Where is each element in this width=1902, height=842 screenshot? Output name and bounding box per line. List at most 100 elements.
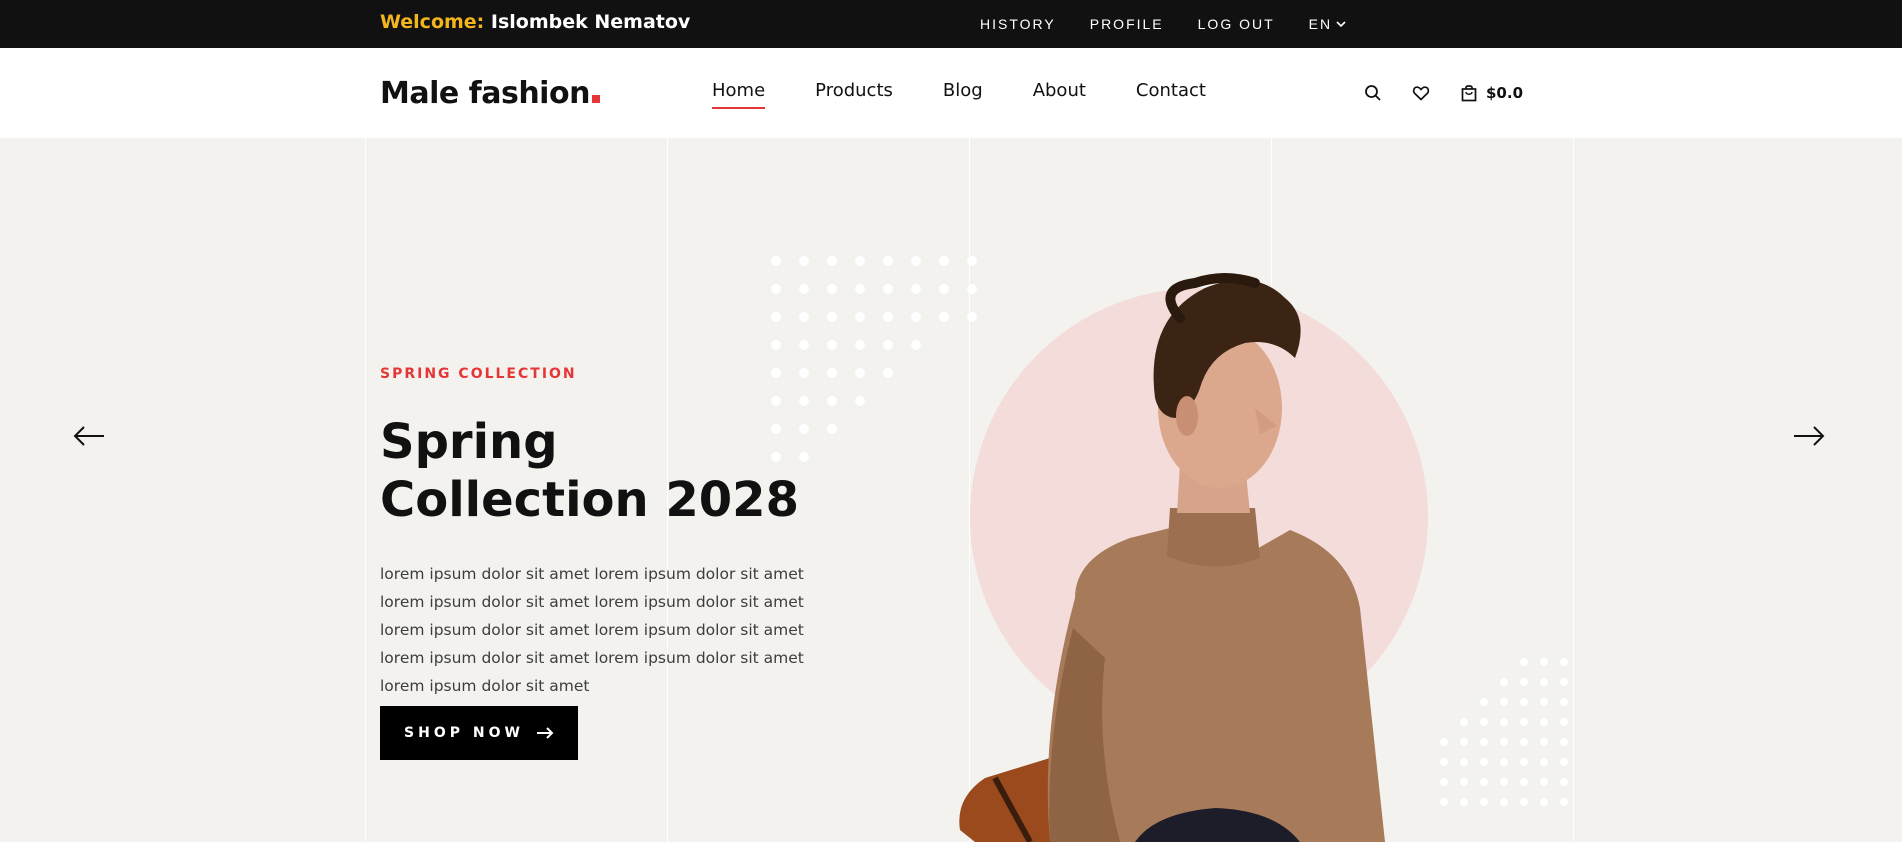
pattern-dot xyxy=(1540,778,1548,786)
pattern-dot xyxy=(1560,758,1568,766)
pattern-dot xyxy=(1540,658,1548,666)
chevron-down-icon xyxy=(1336,21,1346,28)
pattern-dot xyxy=(911,340,921,350)
pattern-dot xyxy=(939,312,949,322)
pattern-dot xyxy=(911,284,921,294)
top-bar: Welcome: Islombek Nematov HISTORY PROFIL… xyxy=(0,0,1902,48)
pattern-dot xyxy=(1560,798,1568,806)
pattern-dot xyxy=(939,256,949,266)
pattern-dot xyxy=(1500,698,1508,706)
pattern-dot xyxy=(1560,658,1568,666)
pattern-dot xyxy=(771,284,781,294)
pattern-dot xyxy=(1520,658,1528,666)
pattern-dot xyxy=(1520,798,1528,806)
model-image xyxy=(959,273,1385,842)
pattern-dot xyxy=(1460,758,1468,766)
pattern-dot xyxy=(771,312,781,322)
pattern-dot xyxy=(939,284,949,294)
pattern-dot xyxy=(855,396,865,406)
pattern-dot xyxy=(1500,798,1508,806)
arrow-right-icon xyxy=(1794,426,1825,446)
pattern-dot xyxy=(883,312,893,322)
heart-icon[interactable] xyxy=(1410,82,1432,104)
pattern-dot xyxy=(1520,678,1528,686)
pattern-dot xyxy=(799,312,809,322)
pattern-dot xyxy=(1500,678,1508,686)
pattern-dot xyxy=(883,340,893,350)
pattern-dot xyxy=(1480,738,1488,746)
pattern-dot xyxy=(911,256,921,266)
hero-slider: SPRING COLLECTION Spring Collection 2028… xyxy=(0,138,1902,842)
pattern-dot xyxy=(771,340,781,350)
pattern-dot xyxy=(1440,738,1448,746)
pattern-dot xyxy=(1560,698,1568,706)
shopping-bag-icon xyxy=(1458,82,1480,104)
shop-now-button[interactable]: SHOP NOW xyxy=(380,706,578,760)
pattern-dot xyxy=(827,284,837,294)
cart-total: $0.0 xyxy=(1486,84,1524,102)
grid-line xyxy=(365,138,366,842)
pattern-dot xyxy=(1560,738,1568,746)
pattern-dot xyxy=(1460,738,1468,746)
logo-text: Male fashion xyxy=(380,76,590,111)
history-link[interactable]: HISTORY xyxy=(980,16,1056,32)
slider-prev-button[interactable] xyxy=(72,424,106,448)
top-links: HISTORY PROFILE LOG OUT EN xyxy=(980,16,1346,32)
slider-next-button[interactable] xyxy=(1792,424,1826,448)
pattern-dot xyxy=(1520,718,1528,726)
pattern-dot xyxy=(855,340,865,350)
main-nav: Home Products Blog About Contact xyxy=(712,80,1256,109)
logo-dot xyxy=(591,95,600,103)
pattern-dot xyxy=(855,312,865,322)
language-label: EN xyxy=(1308,16,1333,32)
pattern-dot xyxy=(1520,778,1528,786)
hero-kicker: SPRING COLLECTION xyxy=(380,366,577,382)
pattern-dot xyxy=(855,284,865,294)
pattern-dot xyxy=(827,368,837,378)
pattern-dot xyxy=(1500,738,1508,746)
welcome-label: Welcome: xyxy=(380,11,485,33)
cart[interactable]: $0.0 xyxy=(1458,82,1523,104)
pattern-dot xyxy=(911,312,921,322)
pattern-dot xyxy=(827,340,837,350)
pattern-dot xyxy=(1500,778,1508,786)
pattern-dot xyxy=(1540,798,1548,806)
nav-about[interactable]: About xyxy=(1033,80,1086,109)
pattern-dot xyxy=(1440,798,1448,806)
pattern-dot xyxy=(855,256,865,266)
pattern-dot xyxy=(1480,758,1488,766)
nav-products[interactable]: Products xyxy=(815,80,893,109)
pattern-dot xyxy=(1480,698,1488,706)
language-selector[interactable]: EN xyxy=(1309,16,1346,32)
pattern-dot xyxy=(1560,718,1568,726)
pattern-dot xyxy=(1440,758,1448,766)
nav-home[interactable]: Home xyxy=(712,80,766,109)
nav-contact[interactable]: Contact xyxy=(1136,80,1206,109)
profile-link[interactable]: PROFILE xyxy=(1090,16,1164,32)
pattern-dot xyxy=(855,368,865,378)
logo[interactable]: Male fashion xyxy=(380,76,600,111)
arrow-right-icon xyxy=(536,727,554,739)
pattern-dot xyxy=(827,256,837,266)
pattern-dot xyxy=(799,340,809,350)
pattern-dot xyxy=(1460,718,1468,726)
logout-link[interactable]: LOG OUT xyxy=(1198,16,1275,32)
pattern-dot xyxy=(1560,778,1568,786)
shop-now-label: SHOP NOW xyxy=(404,725,524,741)
pattern-dot xyxy=(1480,798,1488,806)
pattern-dot xyxy=(827,312,837,322)
nav-blog[interactable]: Blog xyxy=(943,80,983,109)
user-name: Islombek Nematov xyxy=(490,11,691,33)
grid-line xyxy=(1573,138,1574,842)
pattern-dot xyxy=(1460,798,1468,806)
pattern-dot xyxy=(1540,698,1548,706)
pattern-dot xyxy=(883,368,893,378)
pattern-dot xyxy=(1540,758,1548,766)
pattern-dot xyxy=(1440,778,1448,786)
pattern-dot xyxy=(771,368,781,378)
search-icon[interactable] xyxy=(1362,82,1384,104)
pattern-dot xyxy=(799,396,809,406)
pattern-dot xyxy=(883,256,893,266)
header-icons: $0.0 xyxy=(1362,82,1523,104)
pattern-dot xyxy=(1540,738,1548,746)
